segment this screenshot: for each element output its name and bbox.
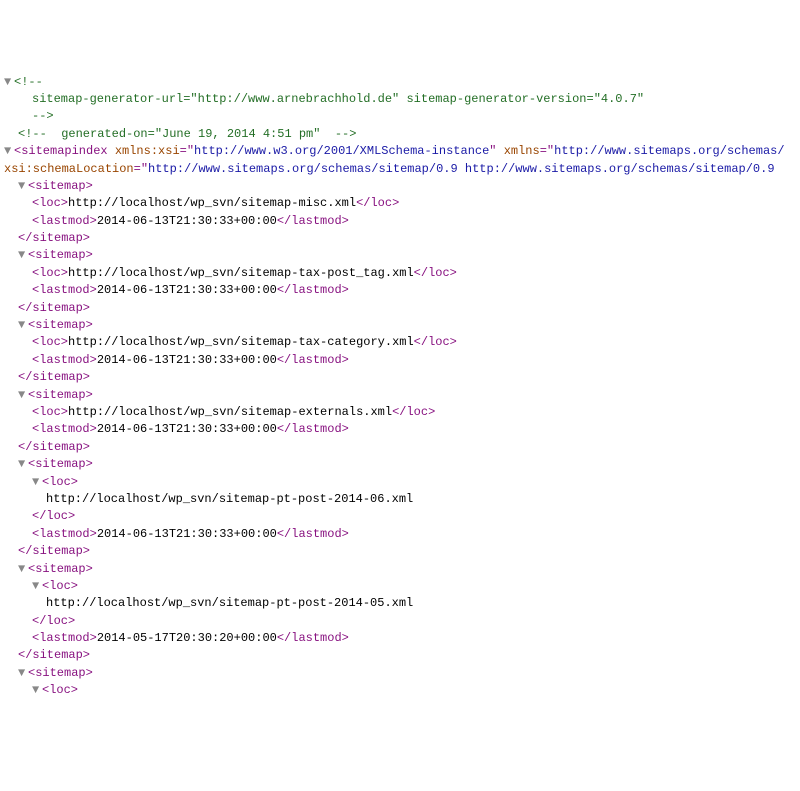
xml-loc-value: http://localhost/wp_svn/sitemap-pt-post-… [46, 492, 413, 506]
xml-tag-lastmod-open: <lastmod> [32, 353, 97, 367]
xml-loc-value: http://localhost/wp_svn/sitemap-misc.xml [68, 196, 356, 210]
xml-tag-lastmod-open: <lastmod> [32, 422, 97, 436]
xml-tag-lastmod-close: </lastmod> [277, 353, 349, 367]
xml-attr-name: xmlns:xsi [115, 144, 180, 158]
toggle-icon[interactable]: ▼ [18, 456, 28, 473]
toggle-icon[interactable]: ▼ [18, 561, 28, 578]
xml-lastmod-value: 2014-05-17T20:30:20+00:00 [97, 631, 277, 645]
xml-tag-sitemap-open: <sitemap> [28, 248, 93, 262]
xml-tag-sitemap-open: <sitemap> [28, 666, 93, 680]
xml-attr-value: http://www.sitemaps.org/schemas/ [554, 144, 784, 158]
xml-tag: <sitemapindex [14, 144, 115, 158]
xml-tag-loc-open: <loc> [42, 475, 78, 489]
xml-tag-loc-open: <loc> [32, 266, 68, 280]
toggle-icon[interactable]: ▼ [18, 665, 28, 682]
xml-tag-loc-open: <loc> [32, 196, 68, 210]
xml-lastmod-value: 2014-06-13T21:30:33+00:00 [97, 214, 277, 228]
xml-tag-sitemap-open: <sitemap> [28, 562, 93, 576]
xml-source-view: ▼<!--sitemap-generator-url="http://www.a… [4, 74, 800, 700]
xml-loc-value: http://localhost/wp_svn/sitemap-pt-post-… [46, 596, 413, 610]
xml-attr-name: xmlns [504, 144, 540, 158]
xml-tag-loc-close: </loc> [392, 405, 435, 419]
xml-attr-value: http://www.w3.org/2001/XMLSchema-instanc… [194, 144, 489, 158]
xml-tag-lastmod-close: </lastmod> [277, 283, 349, 297]
toggle-icon[interactable]: ▼ [4, 74, 14, 91]
xml-tag-lastmod-close: </lastmod> [277, 631, 349, 645]
xml-tag-sitemap-open: <sitemap> [28, 388, 93, 402]
toggle-icon[interactable]: ▼ [32, 682, 42, 699]
xml-tag-lastmod-open: <lastmod> [32, 283, 97, 297]
toggle-icon[interactable]: ▼ [18, 247, 28, 264]
xml-loc-value: http://localhost/wp_svn/sitemap-tax-post… [68, 266, 414, 280]
xml-loc-value: http://localhost/wp_svn/sitemap-tax-cate… [68, 335, 414, 349]
xml-lastmod-value: 2014-06-13T21:30:33+00:00 [97, 283, 277, 297]
xml-lastmod-value: 2014-06-13T21:30:33+00:00 [97, 527, 277, 541]
xml-tag-sitemap-close: </sitemap> [18, 231, 90, 245]
xml-comment: <!-- generated-on="June 19, 2014 4:51 pm… [18, 127, 356, 141]
toggle-icon[interactable]: ▼ [32, 578, 42, 595]
xml-tag-lastmod-open: <lastmod> [32, 631, 97, 645]
toggle-icon[interactable]: ▼ [18, 178, 28, 195]
xml-tag-sitemap-open: <sitemap> [28, 457, 93, 471]
xml-loc-value: http://localhost/wp_svn/sitemap-external… [68, 405, 392, 419]
xml-comment-body: sitemap-generator-url="http://www.arnebr… [32, 92, 644, 106]
xml-tag-sitemap-open: <sitemap> [28, 318, 93, 332]
xml-lastmod-value: 2014-06-13T21:30:33+00:00 [97, 353, 277, 367]
xml-comment-close: --> [32, 109, 54, 123]
xml-comment: <!-- [14, 75, 43, 89]
toggle-icon[interactable]: ▼ [4, 143, 14, 160]
toggle-icon[interactable]: ▼ [18, 387, 28, 404]
xml-tag-sitemap-close: </sitemap> [18, 370, 90, 384]
xml-tag-sitemap-close: </sitemap> [18, 301, 90, 315]
xml-tag-lastmod-close: </lastmod> [277, 527, 349, 541]
xml-tag-loc-close: </loc> [414, 335, 457, 349]
xml-tag-loc-open: <loc> [32, 405, 68, 419]
xml-tag-loc-open: <loc> [42, 683, 78, 697]
xml-tag-loc-open: <loc> [32, 335, 68, 349]
xml-attr-name: xsi:schemaLocation [4, 162, 134, 176]
toggle-icon[interactable]: ▼ [18, 317, 28, 334]
xml-tag-lastmod-close: </lastmod> [277, 422, 349, 436]
xml-tag-sitemap-close: </sitemap> [18, 648, 90, 662]
xml-tag-loc-close: </loc> [32, 509, 75, 523]
xml-tag-loc-close: </loc> [32, 614, 75, 628]
xml-tag-lastmod-open: <lastmod> [32, 527, 97, 541]
toggle-icon[interactable]: ▼ [32, 474, 42, 491]
xml-tag-sitemap-close: </sitemap> [18, 544, 90, 558]
xml-attr-value: http://www.sitemaps.org/schemas/sitemap/… [148, 162, 775, 176]
xml-tag-loc-close: </loc> [414, 266, 457, 280]
xml-tag-lastmod-open: <lastmod> [32, 214, 97, 228]
xml-lastmod-value: 2014-06-13T21:30:33+00:00 [97, 422, 277, 436]
xml-tag-lastmod-close: </lastmod> [277, 214, 349, 228]
xml-tag-sitemap-open: <sitemap> [28, 179, 93, 193]
xml-tag-loc-open: <loc> [42, 579, 78, 593]
xml-tag-sitemap-close: </sitemap> [18, 440, 90, 454]
xml-tag-loc-close: </loc> [356, 196, 399, 210]
